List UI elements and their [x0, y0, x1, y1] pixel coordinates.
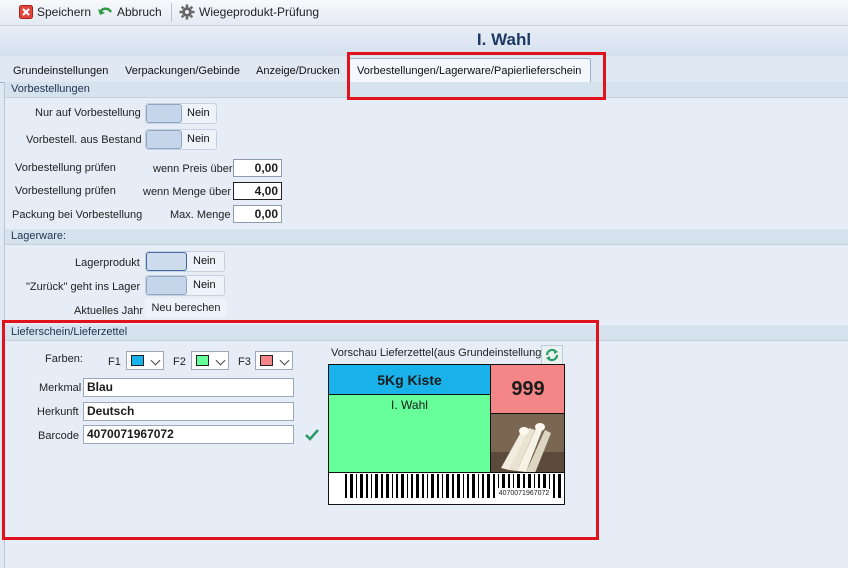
undo-icon — [98, 7, 113, 15]
package-preorder-label: Packung bei Vorbestellung — [12, 209, 143, 221]
from-stock-label: Vorbestell. aus Bestand — [26, 134, 142, 146]
only-preorder-value: Nein — [187, 107, 210, 119]
save-button[interactable]: Speichern — [19, 3, 91, 21]
return-to-stock-value: Nein — [193, 279, 216, 291]
close-red-icon — [19, 5, 33, 19]
toolbar: Speichern Abbruch Wiegeprodukt-Prüfung — [0, 0, 848, 26]
check-price-label: Vorbestellung prüfen — [15, 162, 116, 174]
page-title: I. Wahl — [476, 30, 532, 49]
from-stock-value: Nein — [187, 133, 210, 145]
tab-display-print[interactable]: Anzeige/Drucken — [256, 62, 340, 81]
check-quantity-condition: wenn Menge über — [143, 186, 232, 198]
only-preorder-label: Nur auf Vorbestellung — [35, 107, 141, 119]
save-label: Speichern — [37, 5, 92, 19]
return-to-stock-toggle[interactable]: Nein — [145, 275, 225, 296]
tab-basic-settings[interactable]: Grundeinstellungen — [13, 62, 108, 81]
stock-product-label: Lagerprodukt — [75, 257, 140, 269]
toggle-knob — [146, 276, 187, 295]
recalculate-button[interactable]: Neu berechen — [145, 298, 227, 318]
stock-product-toggle[interactable]: Nein — [145, 251, 225, 272]
weigh-product-check-button[interactable]: Wiegeprodukt-Prüfung — [179, 3, 319, 21]
current-year-label: Aktuelles Jahr — [74, 305, 144, 317]
toggle-knob — [146, 130, 182, 149]
stock-product-value: Nein — [193, 255, 216, 267]
toolbar-separator — [171, 3, 172, 22]
cancel-button[interactable]: Abbruch — [97, 3, 162, 21]
highlight-box-delivery-section — [2, 320, 599, 540]
toggle-knob — [146, 104, 182, 123]
check-price-input[interactable]: 0,00 — [233, 159, 282, 177]
package-max-quantity-input[interactable]: 0,00 — [233, 205, 282, 223]
from-stock-toggle[interactable]: Nein — [145, 129, 217, 150]
package-max-quantity-label: Max. Menge — [170, 209, 231, 221]
only-preorder-toggle[interactable]: Nein — [145, 103, 217, 124]
gear-icon — [179, 4, 195, 20]
cancel-label: Abbruch — [117, 5, 162, 19]
tab-packaging[interactable]: Verpackungen/Gebinde — [125, 62, 240, 81]
check-quantity-input[interactable]: 4,00 — [233, 182, 282, 200]
toggle-knob — [146, 252, 187, 271]
section-stock-header: Lagerware: — [5, 229, 848, 245]
check-price-condition: wenn Preis über — [153, 163, 233, 175]
check-quantity-label: Vorbestellung prüfen — [15, 185, 116, 197]
weigh-check-label: Wiegeprodukt-Prüfung — [199, 5, 320, 19]
return-to-stock-label: "Zurück" geht ins Lager — [26, 281, 141, 293]
highlight-box-tab — [347, 52, 606, 100]
